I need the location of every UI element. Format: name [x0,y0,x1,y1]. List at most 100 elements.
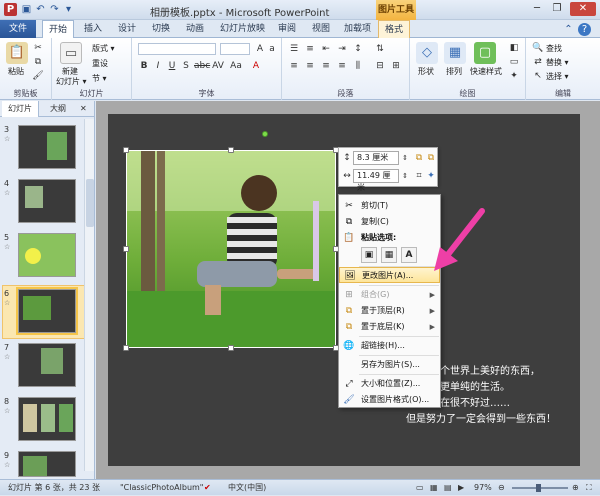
shapes-label[interactable]: 形状 [418,66,434,77]
minimize-ribbon-icon[interactable]: ⌃ [562,23,575,36]
tab-addins[interactable]: 加载项 [338,20,377,38]
increase-indent-icon[interactable]: ⇥ [336,43,348,55]
align-right-icon[interactable]: ≡ [320,60,332,72]
bring-forward-icon[interactable]: ⧉ [413,152,425,164]
normal-view-icon[interactable]: ▭ [416,480,424,496]
redo-icon[interactable]: ↷ [48,3,61,16]
close-panel-icon[interactable]: ✕ [80,101,87,117]
slideshow-view-icon[interactable]: ▶ [458,480,464,496]
bullets-icon[interactable]: ☰ [288,43,300,55]
tab-slideshow[interactable]: 幻灯片放映 [214,20,271,38]
text-direction-icon[interactable]: ⇅ [374,43,386,55]
slide-thumbnail-5[interactable] [18,233,76,277]
replace-button[interactable]: 替换 ▾ [546,57,569,68]
restore-button[interactable]: ❐ [548,2,566,16]
italic-icon[interactable]: I [152,60,164,72]
paste-keep-source-icon[interactable]: ▣ [361,247,377,263]
send-backward-icon[interactable]: ⧉ [425,152,437,164]
font-size-combobox[interactable] [220,43,250,55]
menu-item-format-picture[interactable]: 🖌 设置图片格式(O)... [339,392,440,408]
reset-button[interactable]: 重设 [92,58,108,69]
shapes-icon[interactable]: ◇ [416,42,438,64]
line-spacing-icon[interactable]: ↕ [352,43,364,55]
menu-item-send-to-back[interactable]: ⧉ 置于底层(K) ▶ [339,319,440,335]
arrange-icon[interactable]: ▦ [444,42,466,64]
select-button[interactable]: 选择 ▾ [546,71,569,82]
slide-thumbnail-9[interactable] [18,451,76,477]
copy-icon[interactable]: ⧉ [32,56,44,68]
find-icon[interactable]: 🔍 [532,42,544,54]
rotate-handle[interactable] [262,131,268,137]
picture-effects-icon[interactable]: ✦ [425,170,437,182]
resize-handle-s[interactable] [228,345,234,351]
columns-icon[interactable]: ⫼ [352,60,364,72]
justify-icon[interactable]: ≡ [336,60,348,72]
layout-button[interactable]: 版式 ▾ [92,43,115,54]
scrollbar-thumb[interactable] [86,179,94,227]
paste-text-only-icon[interactable]: A [401,247,417,263]
new-slide-icon[interactable]: ▭ [60,42,82,64]
replace-icon[interactable]: ⇄ [532,56,544,68]
bold-icon[interactable]: B [138,60,150,72]
select-icon[interactable]: ↖ [532,70,544,82]
font-color-icon[interactable]: A [250,60,262,72]
tab-view[interactable]: 视图 [306,20,336,38]
quick-styles-label[interactable]: 快速样式 [470,66,502,77]
slide-thumbnail-7[interactable] [18,343,76,387]
align-text-icon[interactable]: ⊟ [374,60,386,72]
find-button[interactable]: 查找 [546,43,562,54]
paste-icon[interactable]: 📋 [6,42,28,64]
numbering-icon[interactable]: ≡ [304,43,316,55]
shadow-icon[interactable]: S [180,60,192,72]
decrease-indent-icon[interactable]: ⇤ [320,43,332,55]
align-center-icon[interactable]: ≡ [304,60,316,72]
align-left-icon[interactable]: ≡ [288,60,300,72]
menu-item-group[interactable]: ⊞ 组合(G) ▶ [339,287,440,303]
font-family-combobox[interactable] [138,43,216,55]
char-spacing-icon[interactable]: AV [212,60,224,72]
slide-sorter-icon[interactable]: ▦ [430,480,438,496]
resize-handle-nw[interactable] [123,147,129,153]
arrange-label[interactable]: 排列 [446,66,462,77]
minimize-button[interactable]: ─ [528,2,546,16]
help-icon[interactable]: ? [578,23,591,36]
height-field[interactable]: 8.3 厘米 [353,151,399,165]
grow-font-icon[interactable]: A [254,43,266,55]
menu-item-copy[interactable]: ⧉ 复制(C) [339,214,440,230]
selected-picture[interactable] [126,150,336,348]
new-slide-dropdown[interactable]: 幻灯片 ▾ [56,76,87,87]
slide-thumbnail-4[interactable] [18,179,76,223]
reading-view-icon[interactable]: ▤ [444,480,452,496]
zoom-slider-thumb[interactable] [536,484,541,492]
menu-item-size-position[interactable]: ⤢ 大小和位置(Z)... [339,376,440,392]
tab-transitions[interactable]: 切换 [146,20,176,38]
section-button[interactable]: 节 ▾ [92,73,107,84]
tab-review[interactable]: 审阅 [272,20,302,38]
slide-thumbnail-6[interactable] [16,287,78,335]
tab-insert[interactable]: 插入 [78,20,108,38]
resize-handle-sw[interactable] [123,345,129,351]
resize-handle-n[interactable] [228,147,234,153]
tab-slides-panel[interactable]: 幻灯片 [2,101,39,117]
undo-icon[interactable]: ↶ [34,3,47,16]
paste-label[interactable]: 粘贴 [8,66,24,77]
slide-thumbnail-3[interactable] [18,125,76,169]
shape-effects-icon[interactable]: ✦ [508,70,520,82]
language-status[interactable]: 中文(中国) [228,480,266,496]
width-spinner-icon[interactable]: ⇕ [399,170,411,182]
zoom-level[interactable]: 97% [474,480,492,496]
close-button[interactable]: ✕ [570,2,596,16]
customize-quick-access-icon[interactable]: ▾ [62,3,75,16]
tab-format[interactable]: 格式 [378,20,411,38]
menu-item-change-picture[interactable]: 🖼 更改图片(A)... [339,267,440,283]
fit-to-window-icon[interactable]: ⛶ [586,480,592,496]
tab-home[interactable]: 开始 [42,20,75,38]
cut-icon[interactable]: ✂ [32,42,44,54]
menu-item-hyperlink[interactable]: 🌐 超链接(H)... [339,338,440,354]
height-spinner-icon[interactable]: ⇕ [399,152,411,164]
resize-handle-w[interactable] [123,246,129,252]
menu-item-cut[interactable]: ✂ 剪切(T) [339,198,440,214]
crop-icon[interactable]: ⌗ [413,170,425,182]
underline-icon[interactable]: U [166,60,178,72]
tab-outline-panel[interactable]: 大纲 [44,101,72,117]
